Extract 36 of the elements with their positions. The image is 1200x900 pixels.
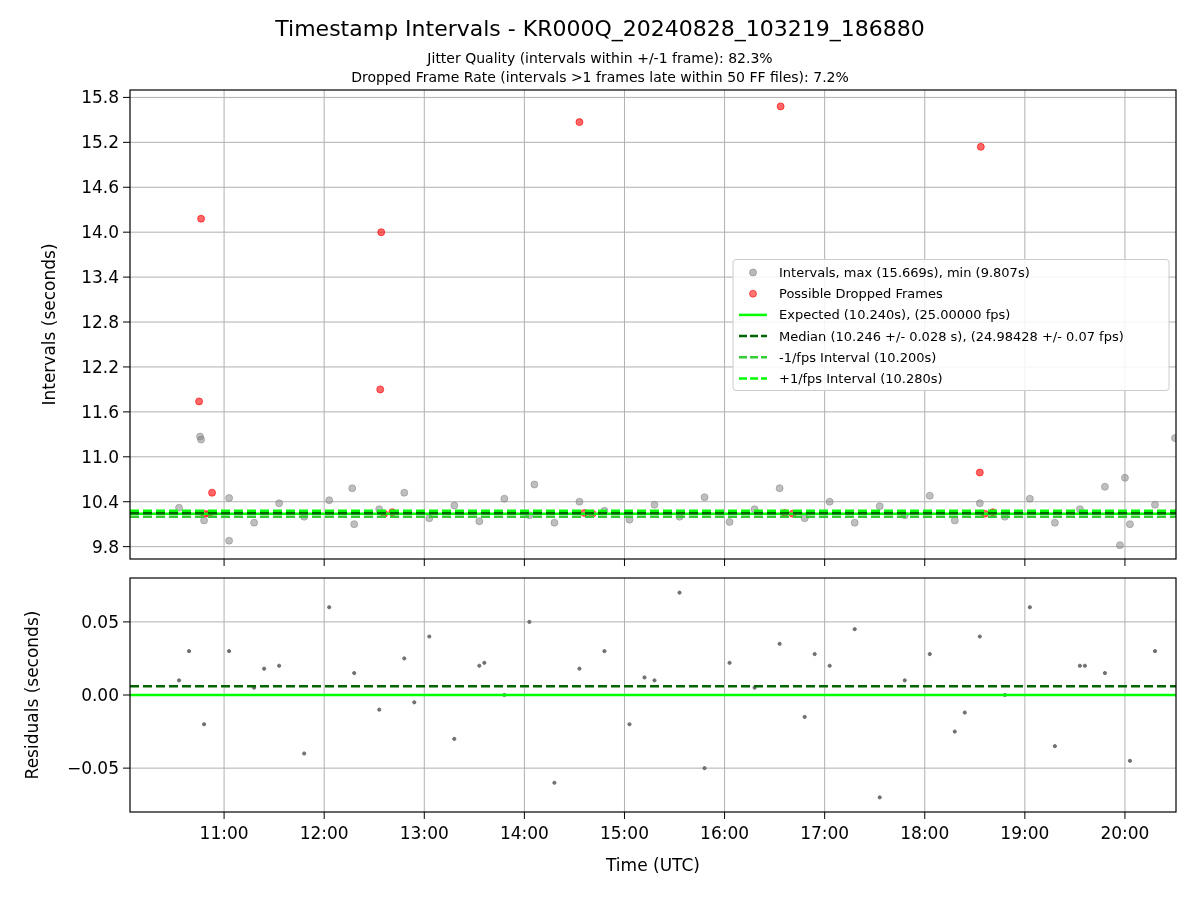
- legend-label: -1/fps Interval (10.200s): [779, 349, 937, 365]
- tick-label: 11:00: [199, 823, 249, 843]
- legend-label: Intervals, max (15.669s), min (9.807s): [779, 265, 1030, 280]
- tick-label: 19:00: [1000, 823, 1050, 843]
- tick-label: 9.8: [91, 536, 119, 557]
- tick-label: −0.05: [66, 758, 119, 779]
- tick-label: 14:00: [499, 823, 549, 843]
- tick-label: 18:00: [900, 823, 950, 843]
- tick-label: 15.8: [81, 87, 119, 108]
- axis-label: Time (UTC): [606, 855, 700, 875]
- legend-label: +1/fps Interval (10.280s): [779, 371, 943, 386]
- tick-label: 11.6: [81, 401, 119, 422]
- tick-label: 12.2: [81, 356, 119, 377]
- tick-label: 11.0: [81, 446, 119, 467]
- figure-subtitle: Jitter Quality (intervals within +/-1 frame): 82.3%: [427, 50, 773, 66]
- tick-label: 13.4: [81, 267, 119, 288]
- tick-label: 10.4: [81, 491, 119, 512]
- tick-label: 20:00: [1100, 823, 1150, 843]
- legend-label: Median (10.246 +/- 0.028 s), (24.98428 +/- 0.07 fps): [779, 328, 1124, 344]
- tick-label: 12.8: [81, 312, 119, 333]
- tick-label: 15.2: [81, 132, 119, 153]
- figure-title: Timestamp Intervals - KR000Q_20240828_103219_186880: [275, 16, 925, 41]
- tick-label: 0.00: [81, 685, 119, 705]
- tick-label: 17:00: [800, 823, 850, 843]
- tick-label: 15:00: [599, 823, 649, 843]
- tick-label: 14.6: [81, 177, 119, 198]
- tick-label: 0.05: [81, 611, 119, 632]
- axis-label: Residuals (seconds): [22, 610, 42, 780]
- legend-label: Possible Dropped Frames: [779, 286, 943, 302]
- tick-label: 13:00: [399, 823, 449, 843]
- tick-label: 12:00: [299, 823, 349, 843]
- tick-label: 16:00: [700, 823, 750, 843]
- axis-label: Intervals (seconds): [39, 243, 59, 406]
- figure-subtitle: Dropped Frame Rate (intervals >1 frames late within 50 FF files): 7.2%: [351, 69, 849, 85]
- tick-label: 14.0: [81, 222, 119, 243]
- legend-label: Expected (10.240s), (25.00000 fps): [779, 307, 1011, 323]
